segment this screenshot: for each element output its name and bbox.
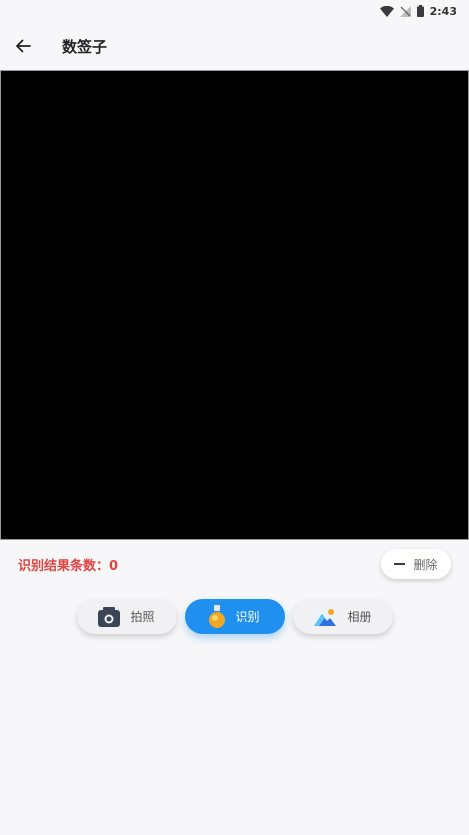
camera-preview[interactable] <box>0 70 469 540</box>
result-row: 识别结果条数：0 删除 <box>0 548 469 580</box>
delete-button[interactable]: 删除 <box>381 549 451 579</box>
image-icon <box>313 606 338 627</box>
album-label: 相册 <box>347 610 372 624</box>
camera-icon <box>98 606 121 627</box>
recognize-label: 识别 <box>235 610 260 624</box>
status-bar: 2:43 <box>0 0 469 22</box>
action-bar: 拍照 识别 相册 <box>0 599 469 635</box>
bulb-icon <box>209 604 226 629</box>
wifi-icon <box>379 5 394 17</box>
delete-label: 删除 <box>413 557 438 572</box>
battery-icon <box>416 5 424 17</box>
status-time: 2:43 <box>429 4 457 18</box>
page-title: 数签子 <box>62 37 108 56</box>
album-button[interactable]: 相册 <box>292 599 393 634</box>
app-bar: 数签子 <box>0 24 469 68</box>
arrow-left-icon <box>15 39 31 53</box>
capture-label: 拍照 <box>130 610 155 624</box>
back-button[interactable] <box>0 24 46 68</box>
recognize-button[interactable]: 识别 <box>184 599 285 634</box>
result-count-label: 识别结果条数：0 <box>18 558 119 574</box>
no-signal-icon <box>399 5 411 17</box>
minus-icon <box>394 563 406 565</box>
capture-button[interactable]: 拍照 <box>76 599 177 634</box>
